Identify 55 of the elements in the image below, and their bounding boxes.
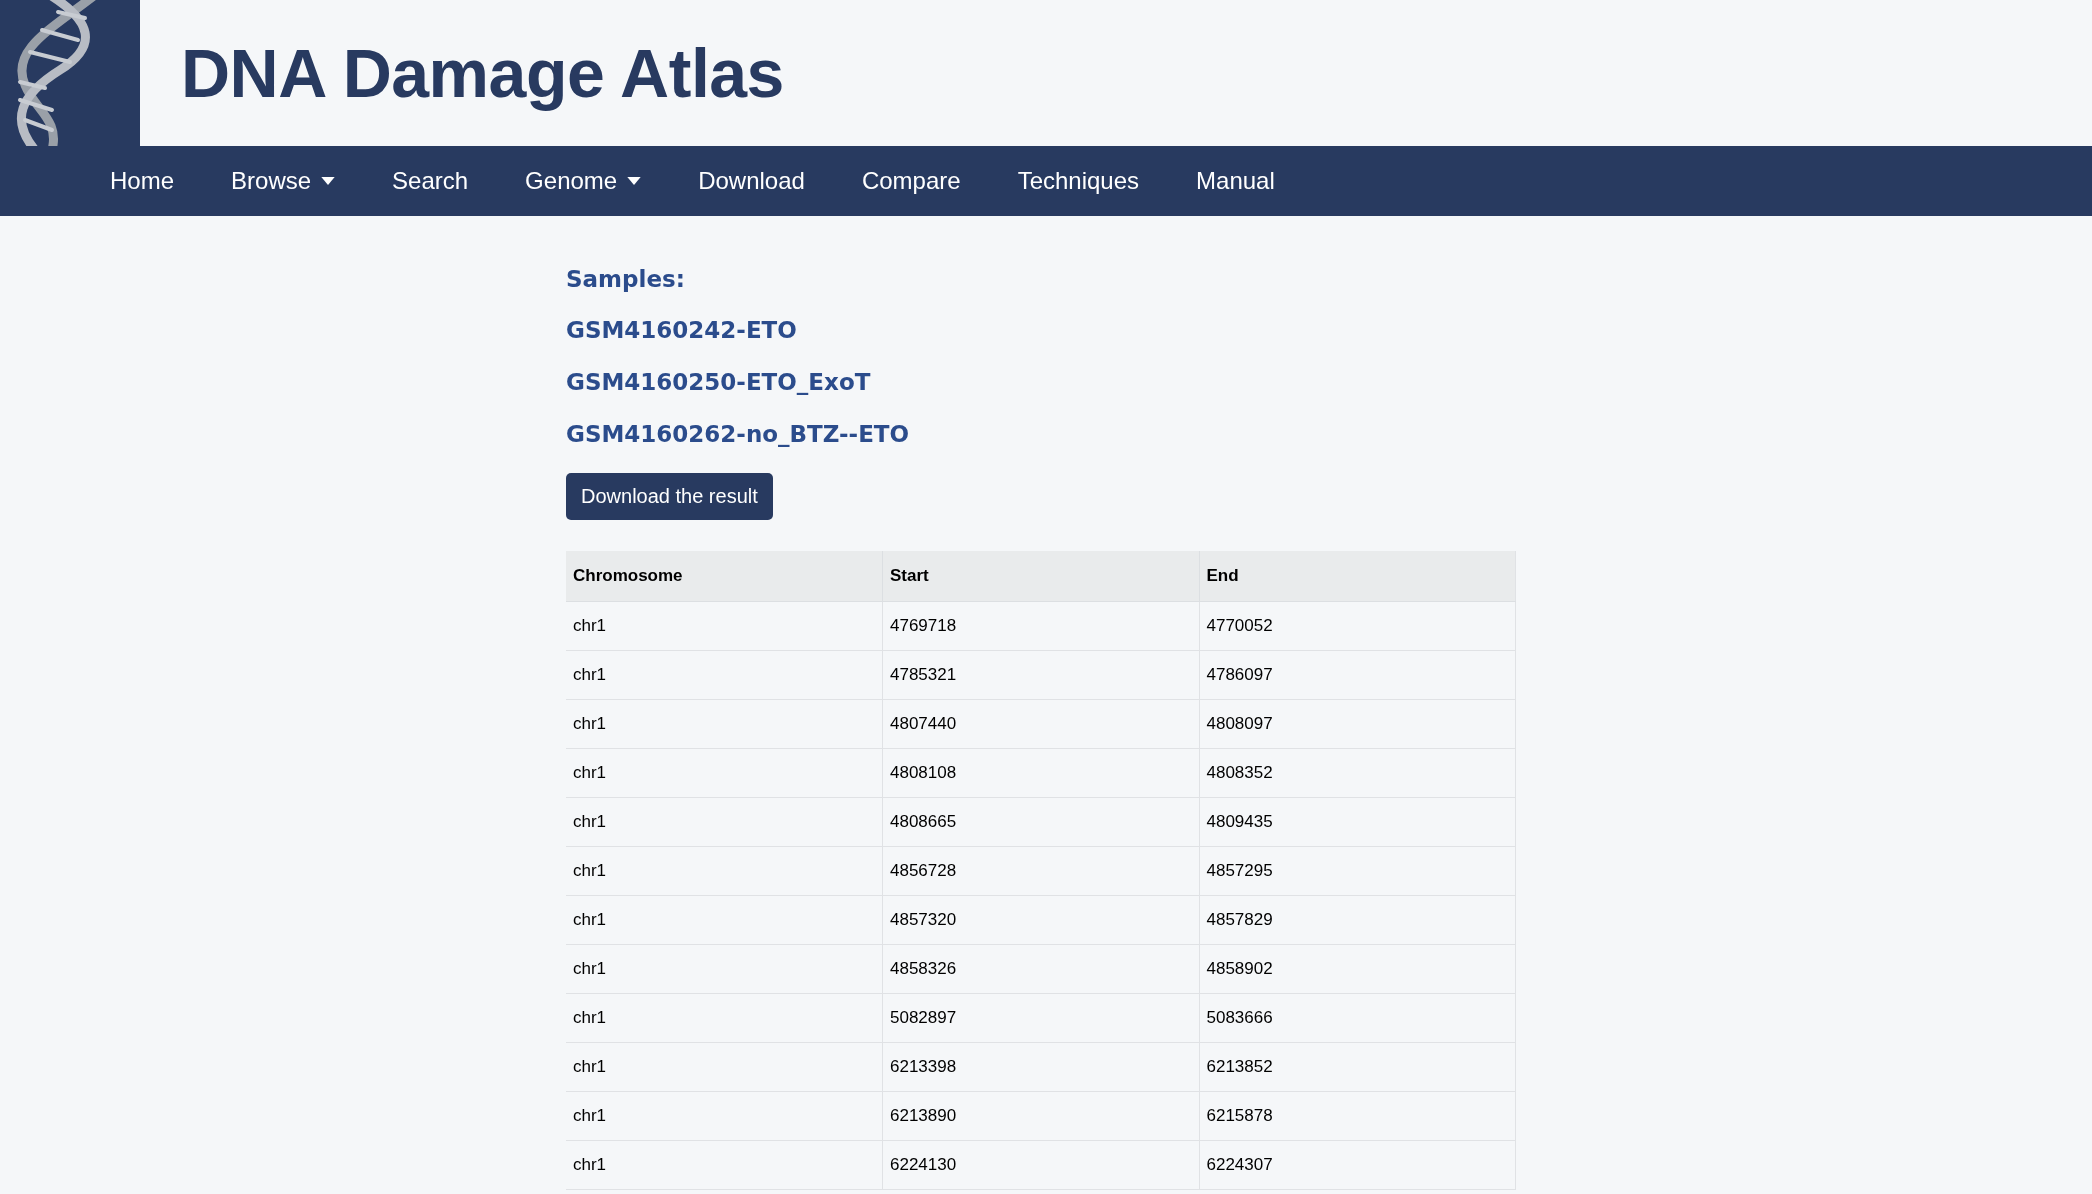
nav-link[interactable]: Home [110,167,175,195]
column-header: Chromosome [566,551,883,602]
table-cell: 6224130 [882,1140,1199,1190]
column-header: Start [882,551,1199,602]
table-cell: 4857829 [1199,895,1516,945]
sample-name: GSM4160242-ETO [566,317,798,343]
table-cell: 4808097 [1199,699,1516,749]
table-cell: chr1 [566,944,883,994]
table-cell: 6213852 [1199,1042,1516,1092]
table-cell: chr1 [566,993,883,1043]
nav-link[interactable]: Search [392,167,469,195]
table-cell: 4785321 [882,650,1199,700]
table-cell: 6213398 [882,1042,1199,1092]
table-cell: 4807440 [882,699,1199,749]
caret-icon [321,177,336,185]
table-cell: 4808352 [1199,748,1516,798]
column-header: End [1199,551,1516,602]
sample-name: GSM4160262-no_BTZ--ETO [566,421,911,447]
sample-name: GSM4160250-ETO_ExoT [566,369,872,395]
site-title: DNA Damage Atlas [181,34,784,112]
nav-link[interactable]: Compare [861,167,961,195]
table-cell: 4786097 [1199,650,1516,700]
table-cell: chr1 [566,797,883,847]
nav-link[interactable]: Genome [525,167,642,195]
table-cell: 5082897 [882,993,1199,1043]
table-cell: 4857295 [1199,846,1516,896]
nav-link[interactable]: Techniques [1017,167,1140,195]
table-cell: 4858326 [882,944,1199,994]
table-cell: 4769718 [882,601,1199,651]
table-cell: 4770052 [1199,601,1516,651]
table-cell: chr1 [566,1091,883,1141]
table-cell: chr1 [566,895,883,945]
table-cell: 4857320 [882,895,1199,945]
table-cell: 4808665 [882,797,1199,847]
table-cell: chr1 [566,650,883,700]
table-cell: chr1 [566,846,883,896]
table-cell: chr1 [566,601,883,651]
table-cell: 4858902 [1199,944,1516,994]
table-cell: 5083666 [1199,993,1516,1043]
table-cell: 4856728 [882,846,1199,896]
nav-link[interactable]: Manual [1196,167,1275,195]
table-cell: 4808108 [882,748,1199,798]
samples-heading: Samples: [566,266,686,292]
download-button[interactable]: Download the result [566,473,773,520]
table-cell: chr1 [566,748,883,798]
table-cell: 6224307 [1199,1140,1516,1190]
caret-icon [627,177,642,185]
table-cell: 6213890 [882,1091,1199,1141]
table-cell: chr1 [566,1042,883,1092]
nav-link[interactable]: Download [698,167,805,195]
nav-link[interactable]: Browse [231,167,336,195]
table-cell: 4809435 [1199,797,1516,847]
table-cell: 6215878 [1199,1091,1516,1141]
table-cell: chr1 [566,699,883,749]
table-cell: chr1 [566,1140,883,1190]
